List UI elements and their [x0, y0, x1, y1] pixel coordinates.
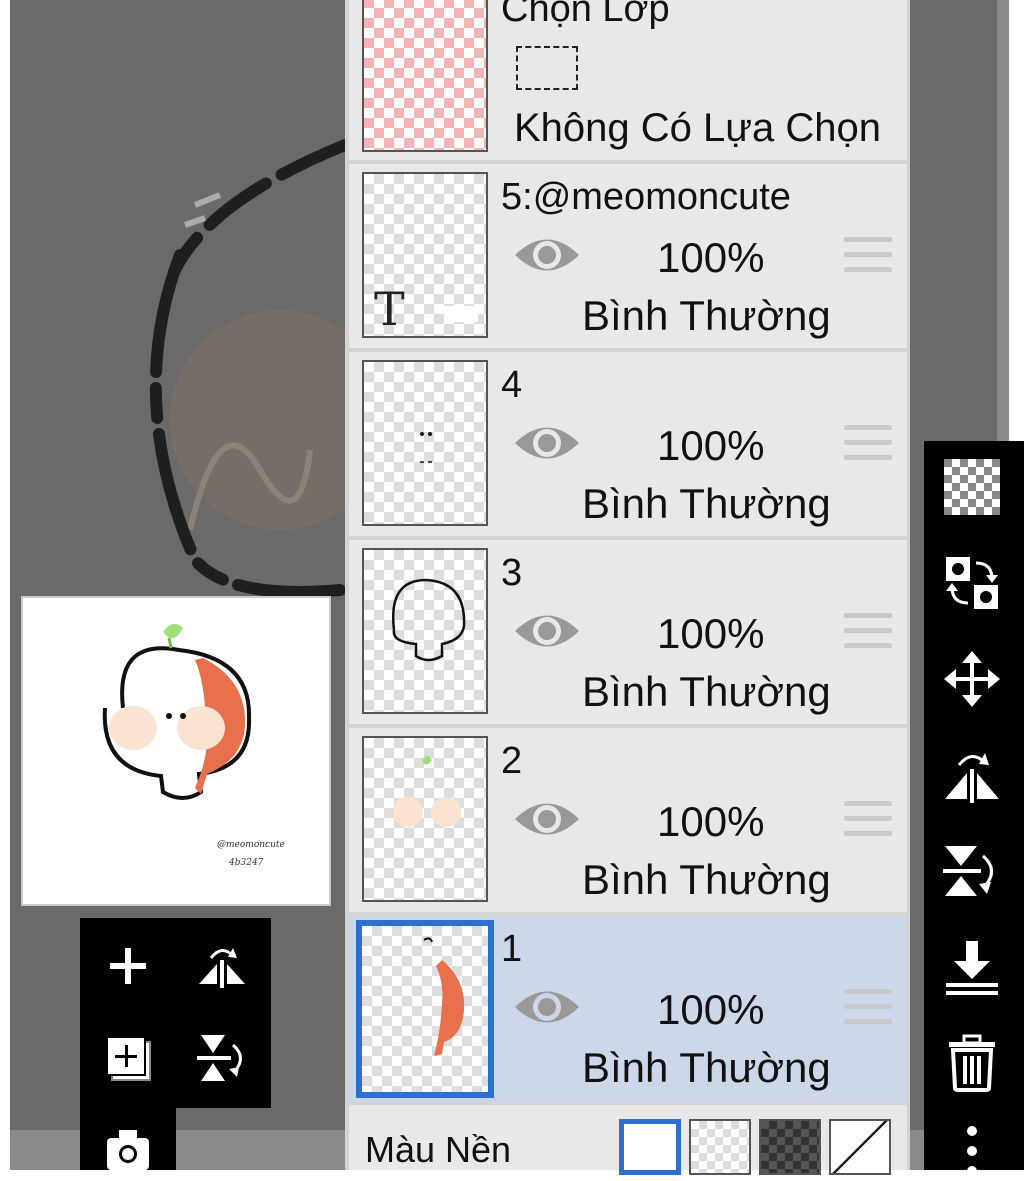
layer-opacity[interactable]: 100%	[657, 610, 764, 658]
layer-row[interactable]: 3 100% Bình Thường	[349, 540, 907, 724]
delete-layer-button[interactable]	[940, 1031, 1004, 1095]
selection-layer-thumbnail	[362, 0, 488, 152]
layer-blend-mode[interactable]: Bình Thường	[582, 480, 831, 528]
layer-opacity[interactable]: 100%	[657, 234, 764, 282]
drag-handle-icon[interactable]	[844, 237, 892, 282]
layer-row[interactable]: 2 100% Bình Thường	[349, 728, 907, 912]
background-color-row: Màu Nền	[349, 1105, 907, 1175]
eye-icon[interactable]	[513, 230, 581, 280]
layer-blend-mode[interactable]: Bình Thường	[582, 668, 831, 716]
layer-thumb-art	[420, 432, 432, 463]
move-icon	[944, 651, 1000, 707]
thumb-watermark	[444, 306, 478, 322]
merge-down-icon	[946, 941, 998, 995]
background-color-label: Màu Nền	[365, 1129, 512, 1170]
flip-horizontal-layer-button[interactable]	[940, 743, 1004, 807]
drag-handle-icon[interactable]	[844, 801, 892, 846]
camera-button[interactable]	[98, 1118, 158, 1178]
layer-quick-toolbar-ext	[80, 1108, 176, 1170]
preview-watermark-name: @meomoncute	[217, 840, 285, 850]
drag-handle-icon[interactable]	[844, 425, 892, 470]
layer-thumbnail	[362, 548, 488, 714]
merge-down-button[interactable]	[940, 935, 1004, 999]
layer-opacity[interactable]: 100%	[657, 986, 764, 1034]
eye-icon[interactable]	[513, 982, 581, 1032]
flip-vertical-icon	[943, 846, 993, 896]
layer-blend-mode[interactable]: Bình Thường	[582, 292, 831, 340]
layer-thumbnail	[362, 360, 488, 526]
layer-row[interactable]: T 5:@meomoncute 100% Bình Thường	[349, 164, 907, 348]
swap-icon	[946, 557, 998, 609]
layer-thumbnail	[362, 736, 488, 902]
transparency-icon	[944, 459, 1000, 515]
layer-opacity[interactable]: 100%	[657, 798, 764, 846]
copy-layer-button[interactable]	[98, 1028, 158, 1088]
selection-layer-row[interactable]: Chọn Lớp Không Có Lựa Chọn	[349, 0, 907, 160]
eye-icon[interactable]	[513, 606, 581, 656]
drag-handle-icon[interactable]	[844, 613, 892, 658]
delete-icon	[949, 1034, 995, 1092]
layer-row-selected[interactable]: 1 100% Bình Thường	[349, 916, 907, 1102]
bg-swatch-white[interactable]	[619, 1119, 681, 1175]
add-layer-button[interactable]	[98, 936, 158, 996]
layer-thumbnail: T	[362, 172, 488, 338]
layer-name: 4	[501, 364, 523, 406]
layer-panel: Chọn Lớp Không Có Lựa Chọn T 5:@meomoncu…	[345, 0, 910, 1175]
text-layer-icon: T	[374, 282, 405, 336]
more-options-button[interactable]	[940, 1117, 1004, 1181]
layer-thumb-art	[393, 756, 461, 827]
drag-handle-icon[interactable]	[844, 989, 892, 1034]
layer-opacity[interactable]: 100%	[657, 422, 764, 470]
move-button[interactable]	[940, 647, 1004, 711]
add-layer-icon	[110, 948, 146, 984]
layer-tools-sidebar	[924, 441, 1024, 1176]
layer-name: 3	[501, 552, 523, 594]
selection-status: Không Có Lựa Chọn	[514, 106, 882, 150]
preview-artwork	[102, 623, 252, 800]
bg-swatch-diagonal[interactable]	[829, 1119, 891, 1175]
add-copy-layer-icon	[106, 1036, 151, 1081]
layer-name: 2	[501, 740, 523, 782]
flip-horizontal-icon	[945, 753, 999, 803]
flip-horizontal-icon	[199, 948, 245, 988]
selection-rect-icon	[516, 46, 578, 90]
layer-blend-mode[interactable]: Bình Thường	[582, 1044, 831, 1092]
eye-icon[interactable]	[513, 794, 581, 844]
edge-gray	[997, 0, 1009, 441]
layer-name: 1	[501, 928, 523, 970]
layer-row[interactable]: 4 100% Bình Thường	[349, 352, 907, 536]
layer-thumbnail-selected	[356, 920, 494, 1098]
layer-quick-toolbar	[80, 918, 271, 1108]
canvas-preview: @meomoncute 4b3247	[21, 596, 331, 906]
eye-icon[interactable]	[513, 418, 581, 468]
camera-icon	[107, 1130, 149, 1170]
selection-layer-title: Chọn Lớp	[501, 0, 670, 30]
flip-vertical-button[interactable]	[192, 1028, 252, 1088]
layer-thumb-art	[391, 578, 466, 662]
layer-name: 5:@meomoncute	[501, 176, 791, 218]
more-icon	[967, 1126, 977, 1176]
canvas-artwork	[149, 139, 350, 598]
preview-watermark-id: 4b3247	[229, 858, 264, 868]
bg-swatch-dark-checker[interactable]	[759, 1119, 821, 1175]
flip-vertical-icon	[197, 1035, 242, 1081]
flip-vertical-layer-button[interactable]	[940, 839, 1004, 903]
transparency-button[interactable]	[940, 455, 1004, 519]
layer-thumb-art	[423, 937, 465, 1056]
layer-blend-mode[interactable]: Bình Thường	[582, 856, 831, 904]
bg-swatch-transparent[interactable]	[689, 1119, 751, 1175]
flip-horizontal-button[interactable]	[192, 936, 252, 996]
swap-button[interactable]	[940, 551, 1004, 615]
